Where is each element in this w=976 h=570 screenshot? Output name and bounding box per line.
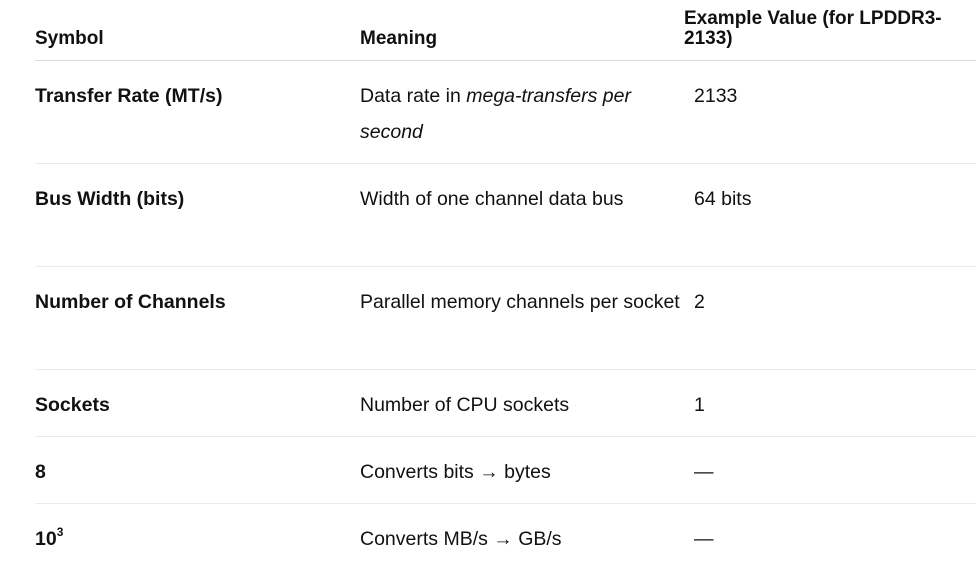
cell-symbol: Transfer Rate (MT/s)	[35, 85, 223, 107]
cell-meaning: Width of one channel data bus	[360, 188, 624, 210]
cell-symbol: 8	[35, 461, 46, 483]
table-row: Number of Channels Parallel memory chann…	[35, 267, 976, 370]
cell-symbol: 103	[35, 504, 360, 557]
header-symbol: Symbol	[35, 28, 104, 49]
cell-meaning: Parallel memory channels per socket	[360, 291, 680, 313]
cell-meaning: Converts bits → bytes	[360, 461, 551, 483]
cell-meaning: Data rate in mega-transfers per second	[360, 61, 694, 150]
cell-example: —	[694, 528, 714, 550]
cell-example: 1	[694, 394, 705, 416]
cell-symbol-base: 10	[35, 528, 57, 550]
header-meaning: Meaning	[360, 28, 438, 49]
cell-meaning: Converts MB/s → GB/s	[360, 528, 562, 550]
table-row: Sockets Number of CPU sockets 1	[35, 370, 976, 437]
cell-meaning: Number of CPU sockets	[360, 394, 570, 416]
cell-symbol: Number of Channels	[35, 291, 226, 313]
cell-example: 2133	[694, 85, 738, 107]
cell-example: 2	[694, 291, 705, 313]
cell-symbol: Sockets	[35, 394, 110, 416]
cell-symbol-exponent: 3	[56, 524, 64, 539]
table-row: Transfer Rate (MT/s) Data rate in mega-t…	[35, 61, 976, 164]
table-row: 8 Converts bits → bytes —	[35, 437, 976, 504]
header-example-value: Example Value (for LPDDR3-2133)	[684, 8, 942, 49]
cell-meaning-text: Data rate in	[360, 85, 467, 107]
table-row: 103 Converts MB/s → GB/s —	[35, 504, 976, 570]
table-row: Bus Width (bits) Width of one channel da…	[35, 164, 976, 267]
table-header-row: Symbol Meaning Example Value (for LPDDR3…	[35, 0, 976, 61]
memory-bandwidth-table: Symbol Meaning Example Value (for LPDDR3…	[35, 0, 976, 570]
cell-example: 64 bits	[694, 188, 752, 210]
cell-symbol: Bus Width (bits)	[35, 188, 185, 210]
cell-example: —	[694, 461, 714, 483]
